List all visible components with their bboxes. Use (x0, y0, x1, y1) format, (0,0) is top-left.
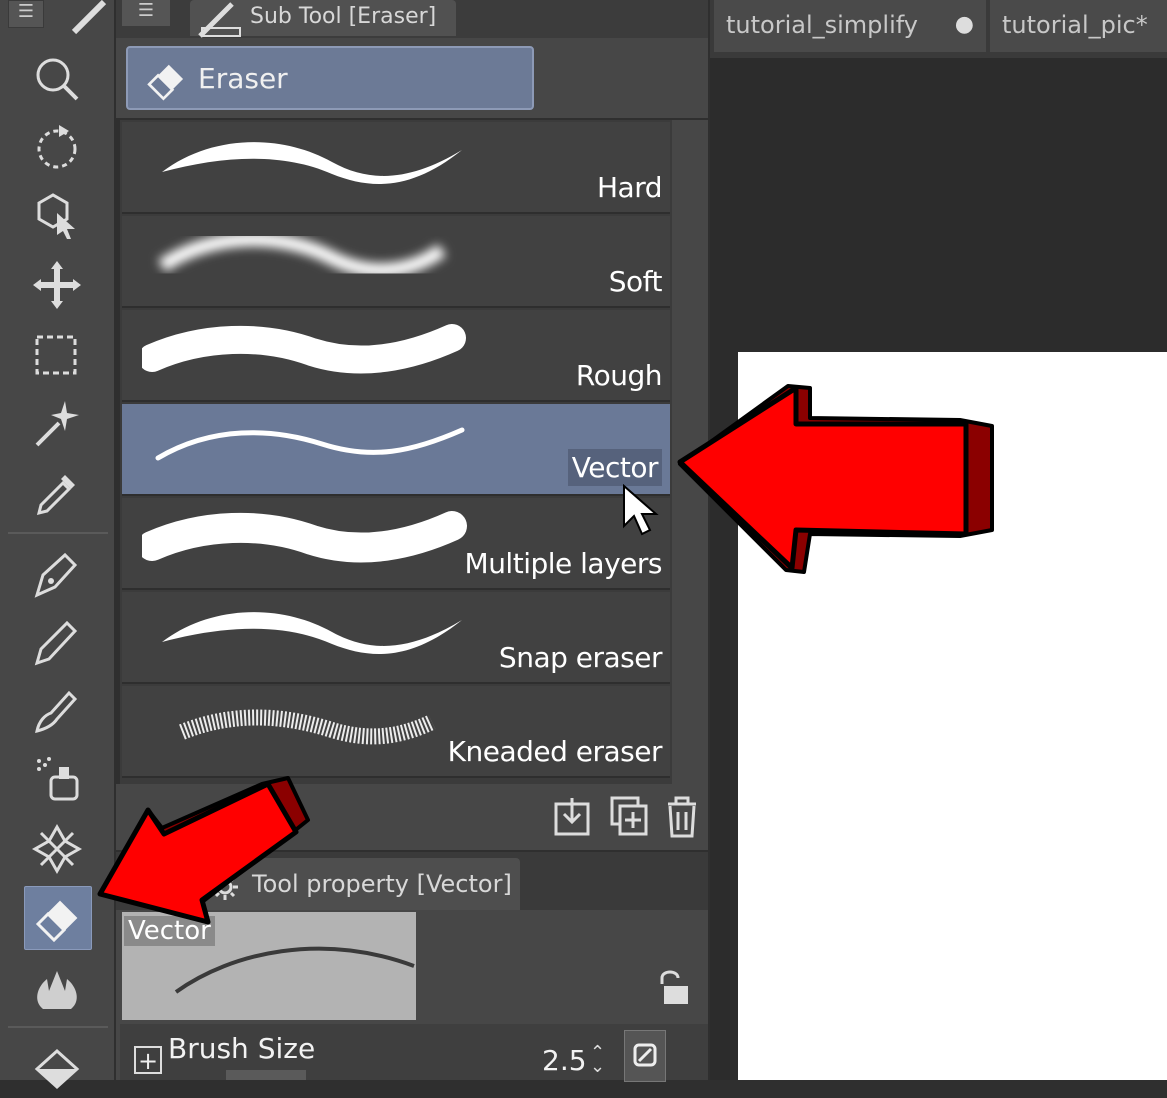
marquee-select-icon[interactable] (24, 324, 90, 386)
eraser-icon (147, 64, 184, 101)
eraser-icon[interactable] (24, 886, 92, 950)
subtool-item-multiple-layers[interactable]: Multiple layers (122, 498, 670, 590)
subtool-item-label: Kneaded eraser (447, 735, 663, 768)
gear-icon (212, 874, 238, 900)
subtool-group-eraser[interactable]: Eraser (126, 46, 534, 110)
stroke-preview-soft (158, 232, 447, 278)
magic-wand-icon[interactable] (24, 392, 90, 454)
pencil-icon[interactable] (24, 610, 90, 672)
pen-icon[interactable] (24, 542, 90, 604)
save-subtool-icon[interactable] (552, 794, 592, 838)
brush-size-slider[interactable] (226, 1070, 306, 1080)
subtool-item-label: Hard (596, 171, 663, 204)
delete-subtool-icon[interactable] (662, 794, 702, 838)
subtool-item-rough[interactable]: Rough (122, 310, 670, 402)
subtool-panel-tab[interactable]: Sub Tool [Eraser] (190, 0, 456, 38)
tool-property-title: Tool property [Vector] (252, 870, 512, 898)
brush-size-label: Brush Size (168, 1032, 316, 1065)
subtool-item-label: Multiple layers (464, 547, 663, 580)
stroke-preview-hard (162, 142, 462, 184)
subtool-item-kneaded-eraser[interactable]: Kneaded eraser (122, 686, 670, 778)
subtool-icon (198, 2, 241, 38)
brush-size-spinner-icon[interactable]: ⌃ ⌄ (590, 1044, 605, 1076)
document-tab-label: tutorial_pic* (1002, 11, 1148, 39)
subtool-group-label: Eraser (198, 62, 288, 95)
subtool-item-label: Soft (608, 265, 663, 298)
canvas[interactable] (738, 352, 1167, 1080)
tool-property-tab[interactable]: Tool property [Vector] (190, 858, 520, 910)
stroke-preview-snap-eraser (162, 612, 462, 654)
brush-size-value[interactable]: 2.5 (542, 1044, 587, 1077)
subtool-item-label: Vector (567, 449, 662, 486)
zoom-icon[interactable] (24, 48, 90, 110)
document-tab-tutorial-pic[interactable]: tutorial_pic* (990, 0, 1167, 52)
duplicate-subtool-icon[interactable] (608, 794, 648, 838)
lock-icon[interactable] (652, 968, 692, 1008)
unsaved-dot-icon: ● (954, 12, 974, 37)
stroke-preview-kneaded-eraser (179, 709, 436, 745)
rotate-icon[interactable] (24, 116, 90, 178)
eyedropper-icon[interactable] (24, 462, 90, 524)
pressure-settings-button[interactable] (624, 1030, 666, 1082)
subtool-item-snap-eraser[interactable]: Snap eraser (122, 592, 670, 684)
airbrush-icon[interactable] (24, 748, 90, 810)
fill-icon[interactable] (24, 1036, 90, 1098)
subtool-item-hard[interactable]: Hard (122, 122, 670, 214)
decoration-icon[interactable] (24, 818, 90, 880)
stroke-preview-vector (155, 427, 465, 461)
panel-menu-icon[interactable]: ☰ (122, 0, 170, 26)
tool-palette: ☰ (0, 0, 114, 1090)
brush-icon[interactable] (24, 678, 90, 740)
stroke-preview-rough (142, 324, 466, 374)
preview-label: Vector (124, 916, 215, 946)
object-select-icon[interactable] (24, 184, 90, 246)
subtool-item-soft[interactable]: Soft (122, 216, 670, 308)
subtool-item-label: Rough (575, 359, 663, 392)
subtool-item-vector[interactable]: Vector (122, 404, 670, 496)
subtool-panel-title: Sub Tool [Eraser] (250, 4, 437, 29)
blend-icon[interactable] (24, 958, 90, 1020)
document-tab-label: tutorial_simplify (726, 11, 918, 39)
subtool-list-scrollbar[interactable] (672, 120, 708, 784)
subtool-item-label: Snap eraser (498, 641, 663, 674)
menu-icon[interactable]: ☰ (8, 0, 44, 28)
pressure-icon (633, 1043, 657, 1067)
pen-top-icon (71, 0, 107, 35)
expand-plus-icon[interactable]: + (134, 1046, 162, 1074)
document-tab-tutorial-simplify[interactable]: tutorial_simplify ● (714, 0, 986, 52)
stroke-preview-multiple-layers (142, 511, 467, 563)
toolbar-divider (8, 1026, 108, 1028)
move-icon[interactable] (24, 254, 90, 316)
toolbar-divider (8, 532, 108, 534)
